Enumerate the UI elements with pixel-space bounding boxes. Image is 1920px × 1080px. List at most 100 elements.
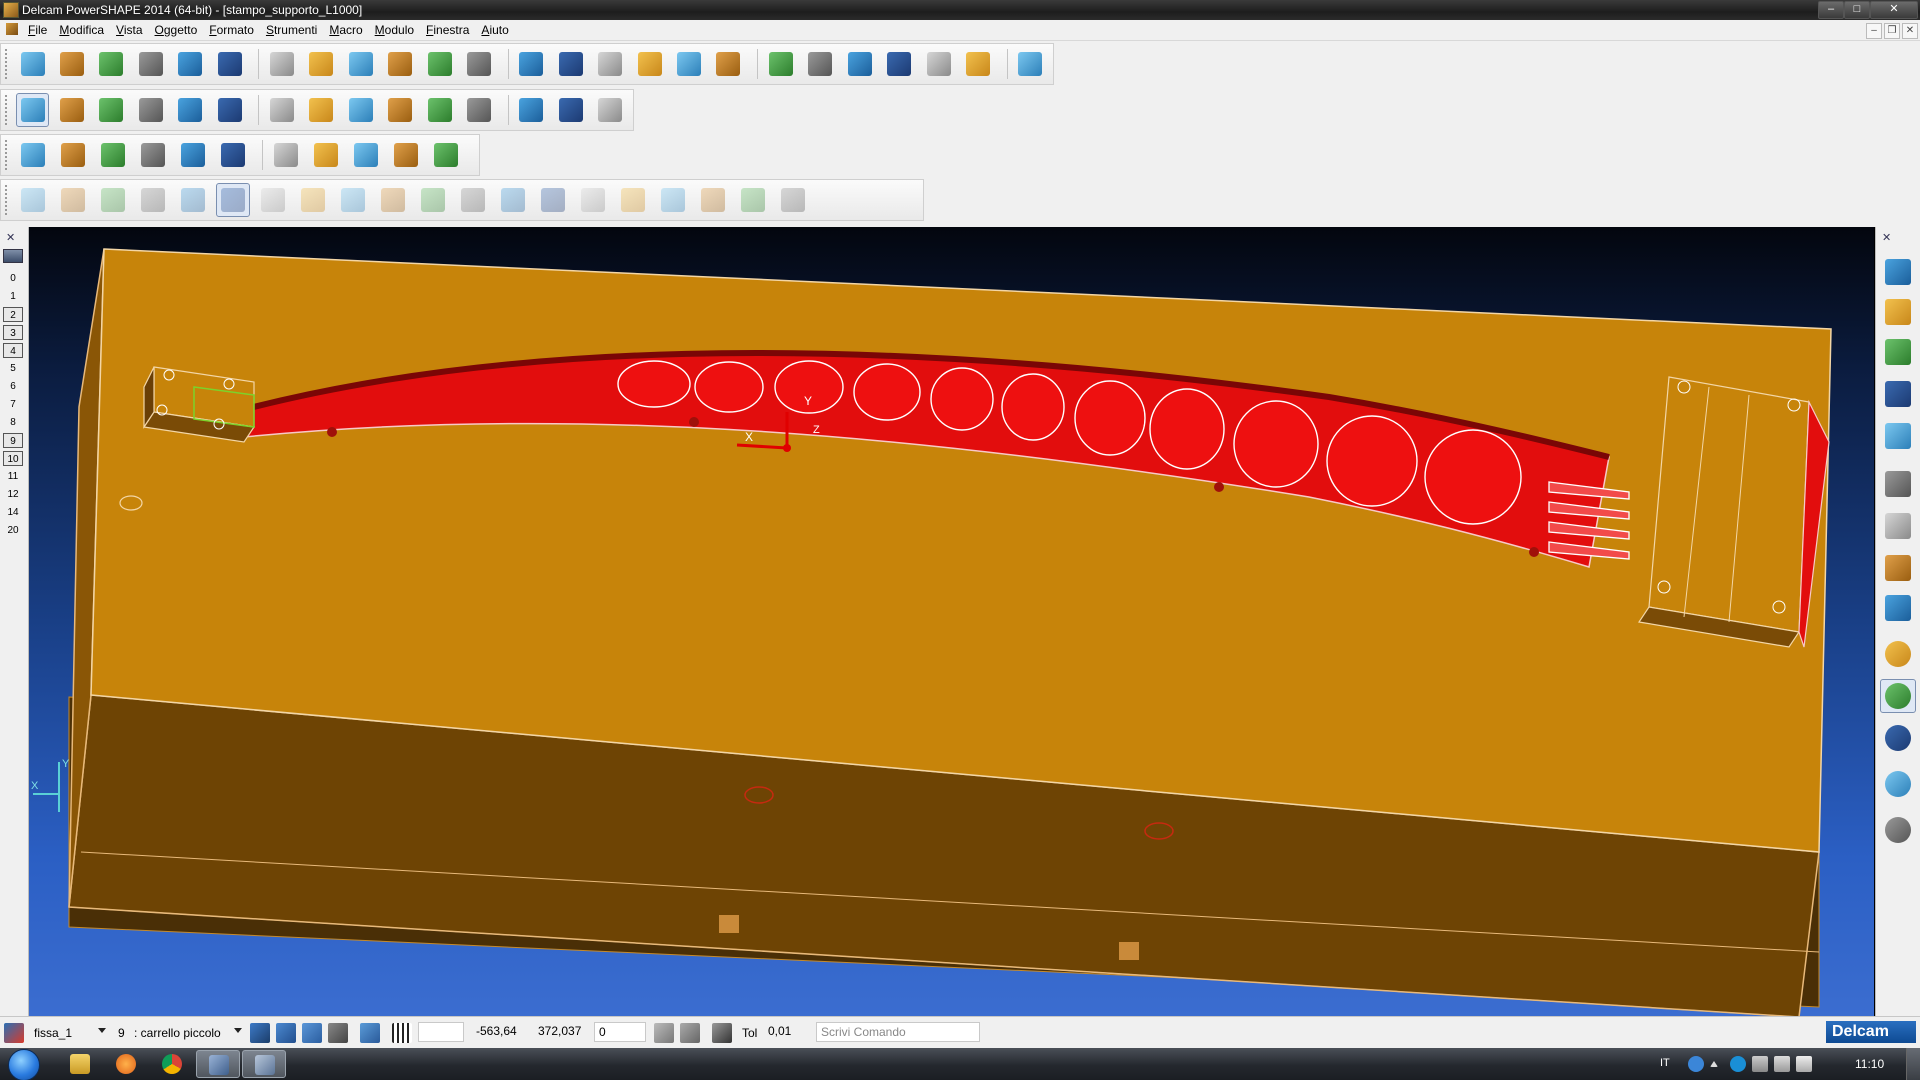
- graphics-viewport[interactable]: X Y Z Y X: [29, 227, 1874, 1016]
- s14-button[interactable]: [536, 183, 570, 217]
- menu-strumenti[interactable]: Strumenti: [266, 23, 317, 37]
- clock[interactable]: 11:10: [1855, 1057, 1884, 1071]
- s15-button[interactable]: [576, 183, 610, 217]
- action-center-icon[interactable]: [1752, 1056, 1768, 1072]
- s12-button[interactable]: [456, 183, 490, 217]
- s9-button[interactable]: [336, 183, 370, 217]
- s19-button[interactable]: [736, 183, 770, 217]
- view-rotate-button[interactable]: [1880, 419, 1916, 453]
- line-button[interactable]: [633, 47, 666, 81]
- z-coordinate[interactable]: 0: [594, 1022, 646, 1042]
- level-0[interactable]: 0: [3, 271, 23, 286]
- mdi-minimize-button[interactable]: –: [1866, 23, 1882, 39]
- calculator-icon[interactable]: [680, 1023, 700, 1043]
- level-1[interactable]: 1: [3, 289, 23, 304]
- workplane-button[interactable]: [554, 47, 587, 81]
- grid-value-field[interactable]: [418, 1022, 464, 1042]
- analyze-button[interactable]: [389, 138, 423, 172]
- grid-icon[interactable]: [392, 1023, 412, 1043]
- level-2[interactable]: 2: [3, 307, 23, 322]
- menu-finestra[interactable]: Finestra: [426, 23, 469, 37]
- import-button[interactable]: [95, 47, 128, 81]
- circle-button[interactable]: [672, 47, 705, 81]
- command-input[interactable]: Scrivi Comando: [816, 1022, 980, 1042]
- text-button[interactable]: [764, 47, 797, 81]
- solid-button[interactable]: [843, 47, 876, 81]
- delete-button[interactable]: [384, 47, 417, 81]
- selection-filter-icon[interactable]: [276, 1023, 296, 1043]
- level-14[interactable]: 14: [3, 505, 23, 520]
- menu-vista[interactable]: Vista: [116, 23, 142, 37]
- drag-button[interactable]: [95, 93, 128, 127]
- view-iso-4-button[interactable]: [1880, 377, 1916, 411]
- show-desktop-button[interactable]: [1906, 1048, 1920, 1080]
- level-dropdown-icon[interactable]: [234, 1028, 242, 1033]
- format-painter-button[interactable]: [344, 47, 377, 81]
- select-button[interactable]: [15, 93, 50, 127]
- sweep-button[interactable]: [515, 93, 548, 127]
- clipboard-icon[interactable]: [328, 1023, 348, 1043]
- level-6[interactable]: 6: [3, 379, 23, 394]
- volume-icon[interactable]: [1796, 1056, 1812, 1072]
- level-4[interactable]: 4: [3, 343, 23, 358]
- tray-expand-icon[interactable]: [1710, 1061, 1718, 1067]
- s2-button[interactable]: [56, 183, 90, 217]
- view-iso-1-button[interactable]: [1880, 255, 1916, 289]
- level-20[interactable]: 20: [3, 523, 23, 538]
- print-button[interactable]: [174, 47, 207, 81]
- box-multi-button[interactable]: [344, 93, 377, 127]
- wireframe-button[interactable]: [882, 47, 915, 81]
- maximize-button[interactable]: □: [1844, 1, 1870, 19]
- s16-button[interactable]: [616, 183, 650, 217]
- row4-grip[interactable]: [5, 185, 12, 215]
- warning-button[interactable]: [16, 138, 50, 172]
- s10-button[interactable]: [376, 183, 410, 217]
- view-lights-button[interactable]: [1880, 813, 1916, 847]
- s1-button[interactable]: [16, 183, 50, 217]
- hybrid-button[interactable]: [309, 138, 343, 172]
- s3-button[interactable]: [96, 183, 130, 217]
- taskbar-media-player[interactable]: [104, 1050, 148, 1078]
- wizard-button[interactable]: [1014, 47, 1047, 81]
- s7-button[interactable]: [256, 183, 290, 217]
- tools-button[interactable]: [176, 138, 210, 172]
- view-undo-button[interactable]: [1880, 467, 1916, 501]
- extrude-button[interactable]: [462, 93, 495, 127]
- mdi-restore-button[interactable]: ❐: [1884, 23, 1900, 39]
- menu-macro[interactable]: Macro: [329, 23, 362, 37]
- s5-button[interactable]: [176, 183, 210, 217]
- row3-grip[interactable]: [5, 140, 12, 170]
- transform-button[interactable]: [174, 93, 207, 127]
- start-button[interactable]: [8, 1049, 40, 1080]
- workplane-dropdown-icon[interactable]: [98, 1028, 106, 1033]
- assembly-button[interactable]: [216, 138, 250, 172]
- view-shaded-button[interactable]: [1880, 679, 1916, 713]
- menu-file[interactable]: File: [28, 23, 47, 37]
- mdi-close-button[interactable]: ✕: [1902, 23, 1918, 39]
- array-button[interactable]: [423, 93, 456, 127]
- new-model-button[interactable]: [16, 47, 49, 81]
- view-wireframe-button[interactable]: [1880, 637, 1916, 671]
- s8-button[interactable]: [296, 183, 330, 217]
- taskbar-powershape[interactable]: [196, 1050, 240, 1078]
- quick-select-icon[interactable]: [302, 1023, 322, 1043]
- minimize-button[interactable]: –: [1818, 1, 1844, 19]
- rotate-button[interactable]: [265, 93, 298, 127]
- coordinate-mode-icon[interactable]: [654, 1023, 674, 1043]
- level-10[interactable]: 10: [3, 451, 23, 466]
- level-5[interactable]: 5: [3, 361, 23, 376]
- workplane-icon[interactable]: [4, 1023, 24, 1043]
- redo-button[interactable]: [462, 47, 495, 81]
- level-12[interactable]: 12: [3, 487, 23, 502]
- view-material-button[interactable]: [1880, 767, 1916, 801]
- edit-sketch-button[interactable]: [515, 47, 548, 81]
- measure-button[interactable]: [56, 138, 90, 172]
- menu-oggetto[interactable]: Oggetto: [155, 23, 198, 37]
- view-iso-3-button[interactable]: [1880, 335, 1916, 369]
- language-indicator[interactable]: IT: [1660, 1057, 1670, 1069]
- box-button[interactable]: [305, 93, 338, 127]
- s17-button[interactable]: [656, 183, 690, 217]
- view-zoom-fit-button[interactable]: [1880, 591, 1916, 625]
- levels-toggle-icon[interactable]: [3, 249, 23, 263]
- s20-button[interactable]: [776, 183, 810, 217]
